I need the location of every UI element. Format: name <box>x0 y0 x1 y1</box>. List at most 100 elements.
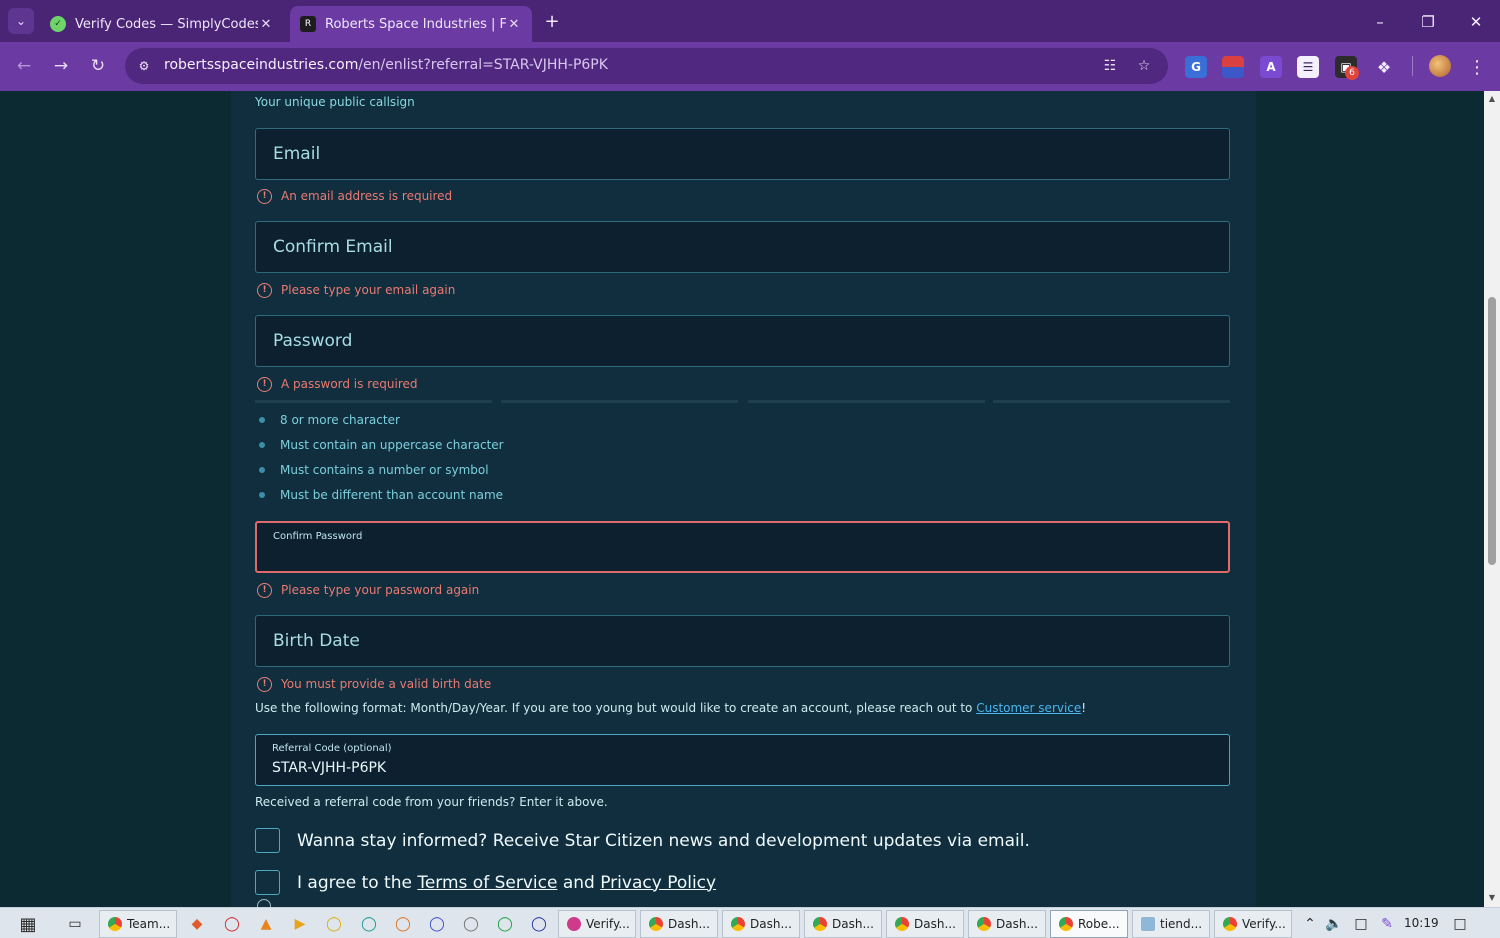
taskbar-button-label: Verify... <box>586 917 630 931</box>
url-text[interactable]: robertsspaceindustries.com/en/enlist?ref… <box>164 57 608 73</box>
bullet-icon <box>259 492 265 498</box>
network-icon[interactable]: □ <box>1348 912 1374 936</box>
address-bar[interactable]: ⚙ robertsspaceindustries.com/en/enlist?r… <box>125 48 1168 84</box>
scroll-up-icon[interactable]: ▲ <box>1487 94 1497 104</box>
confirm-password-field[interactable]: Confirm Password <box>255 521 1230 573</box>
task-view-icon[interactable]: ▭ <box>62 912 88 936</box>
volume-icon[interactable]: 🔈 <box>1321 912 1347 936</box>
error-icon: ! <box>257 282 272 298</box>
tab-verify-codes[interactable]: ✓ Verify Codes — SimplyCodes ✕ <box>40 6 284 42</box>
chrome-icon <box>731 917 745 931</box>
close-tab-icon[interactable]: ✕ <box>506 17 522 32</box>
tab-search-dropdown-icon[interactable]: ⌄ <box>8 8 34 34</box>
confirm-email-error: ! Please type your email again <box>257 282 455 298</box>
taskbar-button[interactable]: tiend... <box>1132 910 1210 938</box>
enlist-form-panel: Your unique public callsign Email ! An e… <box>231 91 1256 907</box>
notifications-icon[interactable]: □ <box>1447 912 1473 936</box>
pen-icon[interactable]: ✎ <box>1374 912 1400 936</box>
taskbar-button[interactable]: Dash... <box>804 910 882 938</box>
birth-date-format-note: Use the following format: Month/Day/Year… <box>255 701 1086 715</box>
taskbar-button-label: Dash... <box>832 917 874 931</box>
new-tab-icon[interactable]: + <box>541 10 563 32</box>
confirm-email-error-text: Please type your email again <box>281 283 456 297</box>
translate-icon[interactable]: ☷ <box>1100 56 1120 76</box>
terms-prefix: I agree to the <box>297 872 418 893</box>
requirement-text: Must contains a number or symbol <box>280 463 489 477</box>
email-error: ! An email address is required <box>257 188 452 204</box>
browser-blue-icon[interactable]: ◯ <box>424 912 450 936</box>
browser-yellow-icon[interactable]: ◯ <box>321 912 347 936</box>
format-note-text: Use the following format: Month/Day/Year… <box>255 701 977 715</box>
brave-icon[interactable]: ◆ <box>184 912 210 936</box>
flag-extension-icon[interactable] <box>1222 56 1244 78</box>
referral-code-field[interactable]: Referral Code (optional) STAR-VJHH-P6PK <box>255 734 1230 786</box>
start-grid-icon[interactable]: ▦ <box>15 912 41 936</box>
confirm-password-error-text: Please type your password again <box>281 583 480 597</box>
format-note-suffix: ! <box>1081 701 1087 715</box>
tab-roberts-space-industries[interactable]: R Roberts Space Industries | Follo ✕ <box>290 6 532 42</box>
font-extension-icon[interactable]: A <box>1260 56 1282 78</box>
toolbar-divider <box>1412 56 1413 76</box>
taskbar-button[interactable]: Dash... <box>640 910 718 938</box>
birth-date-error: ! You must provide a valid birth date <box>257 676 491 692</box>
password-field[interactable]: Password <box>255 315 1230 367</box>
partial-checkbox[interactable] <box>257 899 271 907</box>
close-tab-icon[interactable]: ✕ <box>258 17 274 32</box>
taskbar-button[interactable]: Dash... <box>886 910 964 938</box>
taskbar-button[interactable]: Verify... <box>558 910 636 938</box>
chrome-icon <box>813 917 827 931</box>
browser-orange-icon[interactable]: ◯ <box>390 912 416 936</box>
terms-checkbox[interactable] <box>255 870 280 895</box>
password-requirement: Must contain an uppercase character <box>259 438 504 452</box>
tray-chevron-up-icon[interactable]: ⌃ <box>1297 912 1323 936</box>
reader-extension-icon[interactable]: ☰ <box>1297 56 1319 78</box>
password-strength-segment <box>748 400 985 403</box>
browser-teal-icon[interactable]: ◯ <box>356 912 382 936</box>
browser-green-icon[interactable]: ◯ <box>492 912 518 936</box>
newsletter-checkbox[interactable] <box>255 828 280 853</box>
customer-service-link[interactable]: Customer service <box>976 701 1081 715</box>
close-window-icon[interactable]: ✕ <box>1453 8 1499 36</box>
restore-icon[interactable]: ❐ <box>1405 8 1451 36</box>
newsletter-label: Wanna stay informed? Receive Star Citize… <box>297 830 1030 851</box>
taskbar-button-label: Robe... <box>1078 917 1120 931</box>
taskbar-button-label: Verify... <box>1242 917 1286 931</box>
privacy-policy-link[interactable]: Privacy Policy <box>600 873 716 893</box>
bookmark-star-icon[interactable]: ☆ <box>1134 56 1154 76</box>
opera-icon[interactable]: ◯ <box>219 912 245 936</box>
browser-navy-icon[interactable]: ◯ <box>526 912 552 936</box>
taskbar-button[interactable]: Team... <box>99 910 177 938</box>
password-strength-segment <box>501 400 738 403</box>
minimize-icon[interactable]: – <box>1357 8 1403 36</box>
browser-menu-icon[interactable]: ⋮ <box>1466 56 1488 78</box>
rsi-favicon-icon: R <box>300 16 316 32</box>
extensions-puzzle-icon[interactable]: ❖ <box>1373 56 1395 78</box>
page-scrollbar[interactable]: ▲ ▼ <box>1484 91 1500 907</box>
page-viewport: Your unique public callsign Email ! An e… <box>0 91 1484 907</box>
vlc-icon[interactable]: ▲ <box>253 912 279 936</box>
reload-icon[interactable]: ↻ <box>85 53 111 79</box>
simplycodes-favicon-icon: ✓ <box>50 16 66 32</box>
bullet-icon <box>259 467 265 473</box>
browser-gray-icon[interactable]: ◯ <box>458 912 484 936</box>
taskbar-button[interactable]: Verify... <box>1214 910 1292 938</box>
media-player-icon[interactable]: ▶ <box>287 912 313 936</box>
chrome-icon <box>1059 917 1073 931</box>
email-field[interactable]: Email <box>255 128 1230 180</box>
terms-of-service-link[interactable]: Terms of Service <box>417 873 557 893</box>
site-info-icon[interactable]: ⚙ <box>135 57 153 75</box>
back-icon[interactable]: ← <box>11 53 37 79</box>
password-error: ! A password is required <box>257 376 418 392</box>
birth-date-field[interactable]: Birth Date <box>255 615 1230 667</box>
forward-icon[interactable]: → <box>48 53 74 79</box>
confirm-email-field[interactable]: Confirm Email <box>255 221 1230 273</box>
scrollbar-thumb[interactable] <box>1488 297 1496 565</box>
translate-extension-icon[interactable]: G <box>1185 56 1207 78</box>
profile-avatar[interactable] <box>1429 55 1451 77</box>
taskbar-button[interactable]: Dash... <box>968 910 1046 938</box>
email-error-text: An email address is required <box>281 189 453 203</box>
taskbar-button-active[interactable]: Robe... <box>1050 910 1128 938</box>
taskbar-button[interactable]: Dash... <box>722 910 800 938</box>
clock: 10:19 <box>1404 916 1439 930</box>
scroll-down-icon[interactable]: ▼ <box>1487 893 1497 903</box>
